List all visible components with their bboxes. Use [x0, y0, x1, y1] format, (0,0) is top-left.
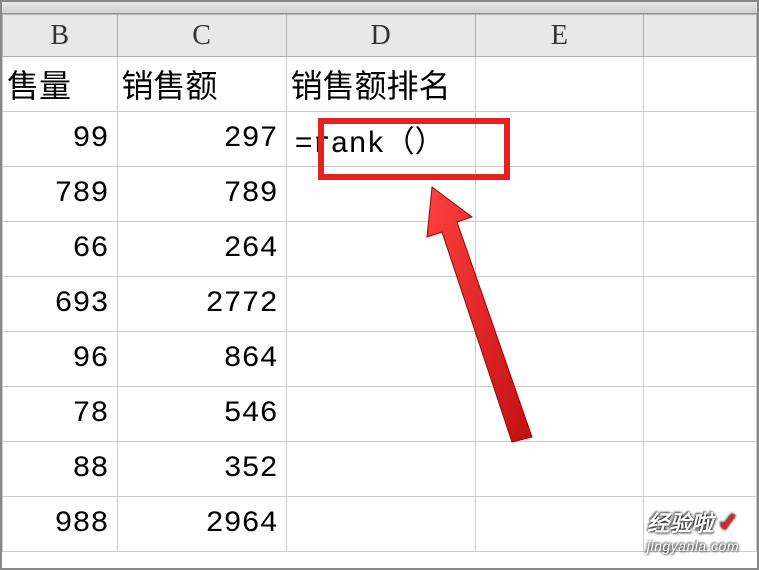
header-sales-amount[interactable]: 销售额	[117, 57, 286, 112]
cell-d2-formula[interactable]: =rank（）	[286, 112, 475, 167]
cell-c4[interactable]: 264	[117, 222, 286, 277]
col-header-b[interactable]: B	[3, 15, 118, 57]
cell-e6[interactable]	[475, 332, 643, 387]
table-header-row: 售量 销售额 销售额排名	[3, 57, 757, 112]
cell-f8[interactable]	[644, 442, 757, 497]
cell-b4[interactable]: 66	[3, 222, 118, 277]
cell-b3[interactable]: 789	[3, 167, 118, 222]
cell-e7[interactable]	[475, 387, 643, 442]
table-row: 99 297 =rank（）	[3, 112, 757, 167]
cell-b6[interactable]: 96	[3, 332, 118, 387]
cell-c9[interactable]: 2964	[117, 497, 286, 552]
cell-f3[interactable]	[644, 167, 757, 222]
table-row: 693 2772	[3, 277, 757, 332]
cell-b5[interactable]: 693	[3, 277, 118, 332]
col-header-d[interactable]: D	[286, 15, 475, 57]
cell-e4[interactable]	[475, 222, 643, 277]
cell-e5[interactable]	[475, 277, 643, 332]
table-row: 96 864	[3, 332, 757, 387]
table-row: 988 2964	[3, 497, 757, 552]
cell-f-header[interactable]	[644, 57, 757, 112]
spreadsheet-grid[interactable]: B C D E 售量 销售额 销售额排名 99 297 =rank（） 789 …	[2, 14, 757, 552]
table-row: 789 789	[3, 167, 757, 222]
cell-d4[interactable]	[286, 222, 475, 277]
cell-d3[interactable]	[286, 167, 475, 222]
watermark-brand: 经验啦	[647, 511, 713, 536]
table-row: 78 546	[3, 387, 757, 442]
cell-c8[interactable]: 352	[117, 442, 286, 497]
cell-b2[interactable]: 99	[3, 112, 118, 167]
cell-e8[interactable]	[475, 442, 643, 497]
cell-e3[interactable]	[475, 167, 643, 222]
table-row: 66 264	[3, 222, 757, 277]
window-top-bar	[2, 2, 757, 14]
col-header-e[interactable]: E	[475, 15, 643, 57]
cell-e2[interactable]	[475, 112, 643, 167]
col-header-c[interactable]: C	[117, 15, 286, 57]
cell-d9[interactable]	[286, 497, 475, 552]
cell-e9[interactable]	[475, 497, 643, 552]
cell-e-header[interactable]	[475, 57, 643, 112]
cell-d5[interactable]	[286, 277, 475, 332]
cell-c5[interactable]: 2772	[117, 277, 286, 332]
cell-b8[interactable]: 88	[3, 442, 118, 497]
watermark-url: jingyanla.com	[647, 538, 739, 554]
cell-f4[interactable]	[644, 222, 757, 277]
cell-f5[interactable]	[644, 277, 757, 332]
cell-c6[interactable]: 864	[117, 332, 286, 387]
col-header-f[interactable]	[644, 15, 757, 57]
cell-d8[interactable]	[286, 442, 475, 497]
cell-f2[interactable]	[644, 112, 757, 167]
watermark: 经验啦 ✓ jingyanla.com	[647, 506, 739, 554]
cell-c7[interactable]: 546	[117, 387, 286, 442]
cell-b9[interactable]: 988	[3, 497, 118, 552]
header-sales-rank[interactable]: 销售额排名	[286, 57, 475, 112]
cell-f7[interactable]	[644, 387, 757, 442]
cell-b7[interactable]: 78	[3, 387, 118, 442]
header-sales-qty[interactable]: 售量	[3, 57, 118, 112]
table-row: 88 352	[3, 442, 757, 497]
cell-c2[interactable]: 297	[117, 112, 286, 167]
cell-d6[interactable]	[286, 332, 475, 387]
cell-c3[interactable]: 789	[117, 167, 286, 222]
checkmark-icon: ✓	[717, 508, 739, 537]
column-headers-row: B C D E	[3, 15, 757, 57]
cell-f6[interactable]	[644, 332, 757, 387]
cell-d7[interactable]	[286, 387, 475, 442]
